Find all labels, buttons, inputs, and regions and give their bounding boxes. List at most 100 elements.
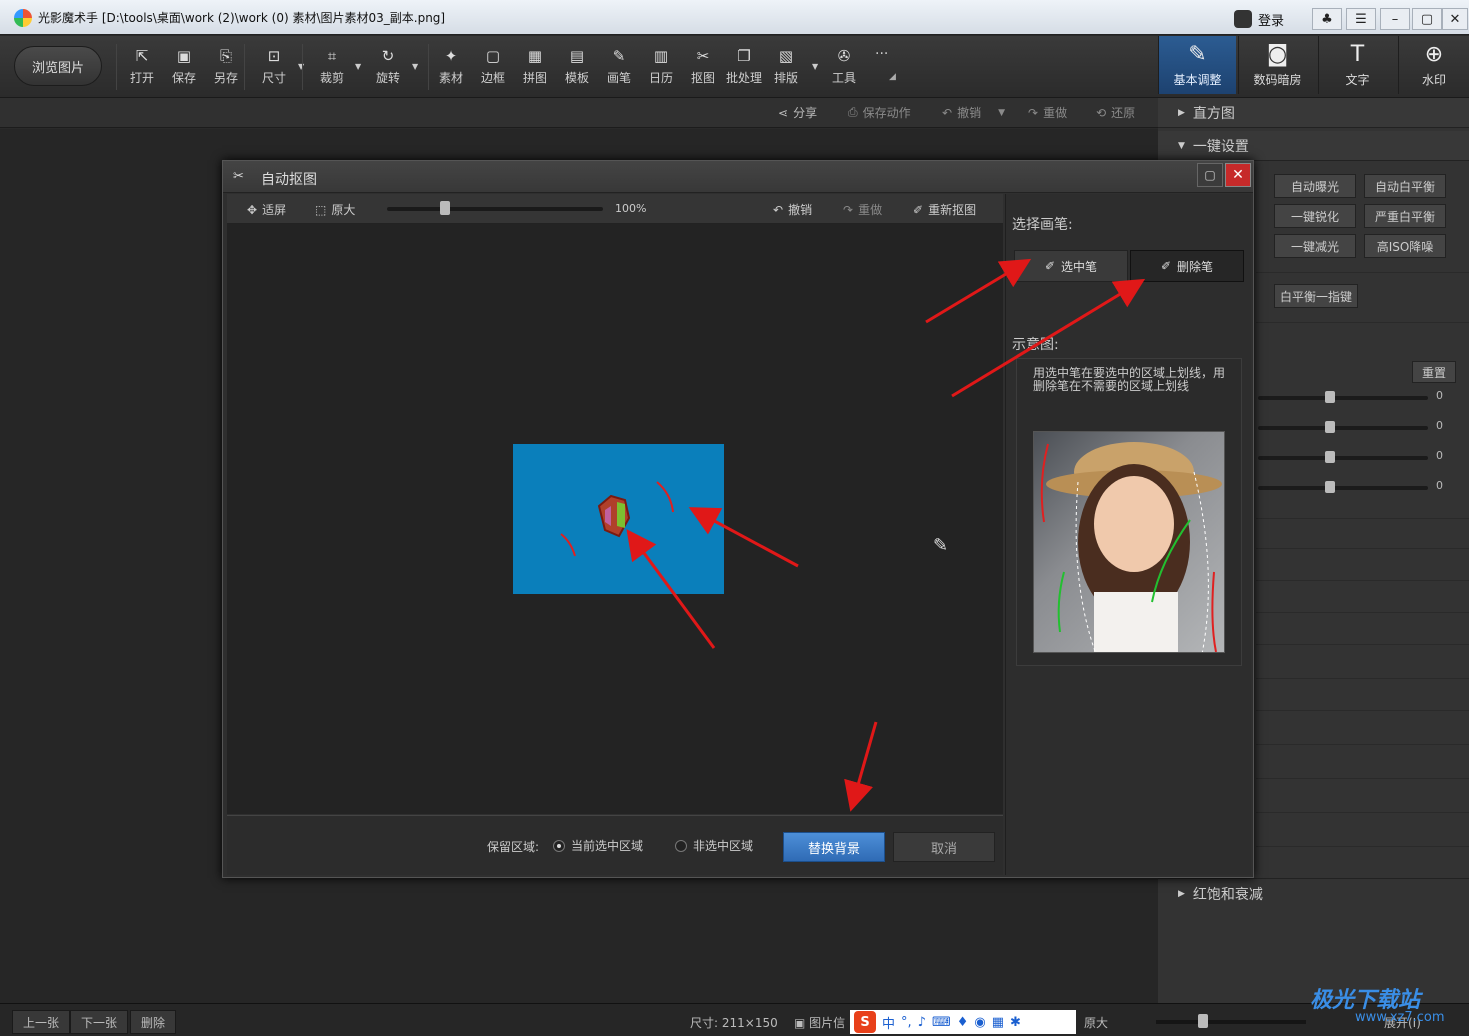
dropdown-arrow-icon[interactable]: ▼	[355, 62, 361, 71]
maximize-button[interactable]: ▢	[1412, 8, 1442, 30]
recut-button[interactable]: ✐ 重新抠图	[913, 201, 976, 218]
slider-knob[interactable]	[1325, 391, 1335, 403]
tool-border-button[interactable]: ▢ 边框	[473, 47, 513, 86]
minimize-button[interactable]: –	[1380, 8, 1410, 30]
next-image-button[interactable]: 下一张	[70, 1010, 129, 1034]
edited-image[interactable]	[513, 444, 724, 594]
status-bar: 上一张 下一张 删除 尺寸: 211×150 ▣ 图片信 原大 展开(I)	[0, 1003, 1469, 1036]
sharpen-button[interactable]: 一键锐化	[1274, 204, 1356, 228]
cancel-button[interactable]: 取消	[893, 832, 995, 862]
auto-exposure-button[interactable]: 自动曝光	[1274, 174, 1356, 198]
prev-image-button[interactable]: 上一张	[12, 1010, 71, 1034]
undo-dropdown-icon[interactable]: ▼	[998, 108, 1005, 118]
browse-images-button[interactable]: 浏览图片	[14, 46, 102, 86]
menu-button[interactable]: ☰	[1346, 8, 1376, 30]
settings-icon[interactable]: ✱	[1010, 1015, 1021, 1030]
red-saturation-section[interactable]: ▶ 红饱和衰减	[1158, 878, 1469, 908]
redo-button[interactable]: ↷ 重做	[1028, 104, 1067, 121]
tab-watermark[interactable]: ⊕ 水印	[1398, 36, 1469, 94]
tab-text[interactable]: T 文字	[1318, 36, 1396, 94]
select-pen-button[interactable]: ✐ 选中笔	[1014, 250, 1128, 282]
punctuation-icon[interactable]: °,	[901, 1015, 912, 1030]
zoom-slider-knob[interactable]	[440, 201, 450, 215]
skin-button[interactable]: ♣	[1312, 8, 1342, 30]
redo-icon: ↷	[1028, 105, 1039, 120]
delete-image-button[interactable]: 删除	[130, 1010, 177, 1034]
skin-icon[interactable]: ♦	[957, 1015, 969, 1030]
one-click-section[interactable]: ▼ 一键设置	[1158, 131, 1469, 161]
delete-pen-button[interactable]: ✐ 删除笔	[1130, 250, 1244, 282]
tool-label: 模板	[564, 71, 589, 85]
auto-wb-button[interactable]: 自动白平衡	[1364, 174, 1446, 198]
image-info-button[interactable]: ▣ 图片信	[794, 1014, 845, 1031]
adjust-slider[interactable]	[1258, 426, 1428, 430]
tool-collage-button[interactable]: ▦ 拼图	[515, 47, 555, 86]
restore-button[interactable]: ⟲ 还原	[1096, 104, 1135, 121]
ime-toolbar[interactable]: S 中 °, ♪ ⌨ ♦ ◉ ▦ ✱	[850, 1010, 1076, 1034]
save-as-icon: ⎘	[219, 47, 232, 65]
tool-batch-button[interactable]: ❐ 批处理	[724, 47, 764, 86]
tool-save-as-button[interactable]: ⎘ 另存	[206, 47, 246, 86]
adjust-slider[interactable]	[1258, 456, 1428, 460]
tool-material-button[interactable]: ✦ 素材	[431, 47, 471, 86]
iso-denoise-button[interactable]: 高ISO降噪	[1364, 234, 1446, 258]
non-selection-radio[interactable]: 非选中区域	[675, 837, 753, 854]
save-action-button[interactable]: ⎙ 保存动作	[848, 104, 911, 121]
tab-camera[interactable]: ◙ 数码暗房	[1238, 36, 1316, 94]
tool-brush-button[interactable]: ✎ 画笔	[599, 47, 639, 86]
undo-icon: ↶	[942, 105, 953, 120]
original-size-status[interactable]: 原大	[1084, 1014, 1108, 1031]
dialog-close-button[interactable]: ✕	[1225, 163, 1251, 187]
tool-cutout-button[interactable]: ✂ 抠图	[683, 47, 723, 86]
tool-calendar-button[interactable]: ▥ 日历	[641, 47, 681, 86]
tab-basic-adjust[interactable]: ✎ 基本调整	[1158, 36, 1236, 94]
tool-wrench-button[interactable]: ✇ 工具	[824, 47, 864, 86]
tool-open-button[interactable]: ⇱ 打开	[122, 47, 162, 86]
dialog-redo-button[interactable]: ↷ 重做	[843, 201, 882, 218]
tool-resize-button[interactable]: ⊡ 尺寸	[254, 47, 294, 86]
reduce-light-button[interactable]: 一键减光	[1274, 234, 1356, 258]
tool-rotate-button[interactable]: ↻ 旋转	[368, 47, 408, 86]
cutout-canvas[interactable]: ✎	[227, 224, 1003, 814]
wb-picker-button[interactable]: 白平衡一指键	[1274, 284, 1358, 308]
keyboard-icon[interactable]: ⌨	[932, 1015, 951, 1030]
zoom-status-knob[interactable]	[1198, 1014, 1208, 1028]
share-button[interactable]: ⋖ 分享	[778, 104, 817, 121]
adjust-slider[interactable]	[1258, 486, 1428, 490]
tool-template-button[interactable]: ▤ 模板	[557, 47, 597, 86]
calendar-icon: ▥	[653, 47, 669, 65]
fit-screen-button[interactable]: ✥ 适屏	[247, 201, 286, 218]
histogram-section[interactable]: ▶ 直方图	[1158, 98, 1469, 128]
undo-button[interactable]: ↶ 撤销 ▼	[942, 104, 1005, 121]
original-size-button[interactable]: ⬚ 原大	[315, 201, 355, 218]
login-button[interactable]: 登录	[1234, 8, 1284, 30]
game-icon[interactable]: ◉	[974, 1015, 985, 1030]
zoom-slider[interactable]	[387, 207, 603, 211]
microphone-icon[interactable]: ♪	[918, 1015, 926, 1030]
dropdown-arrow-icon[interactable]: ▼	[412, 62, 418, 71]
dialog-undo-button[interactable]: ↶ 撤销	[773, 201, 812, 218]
more-tools-button[interactable]: ···	[875, 46, 888, 62]
tool-save-button[interactable]: ▣ 保存	[164, 47, 204, 86]
slider-knob[interactable]	[1325, 451, 1335, 463]
ime-mode-label[interactable]: 中	[882, 1013, 895, 1032]
adjust-slider[interactable]	[1258, 396, 1428, 400]
slider-knob[interactable]	[1325, 421, 1335, 433]
strict-wb-button[interactable]: 严重白平衡	[1364, 204, 1446, 228]
replace-background-button[interactable]: 替换背景	[783, 832, 885, 862]
dialog-redo-label: 重做	[858, 203, 883, 217]
grid-icon[interactable]: ▦	[992, 1015, 1004, 1030]
tool-crop-button[interactable]: ⌗ 裁剪	[312, 47, 352, 86]
close-button[interactable]: ✕	[1442, 8, 1468, 30]
tool-label: 抠图	[690, 71, 715, 85]
dropdown-arrow-icon[interactable]: ▼	[812, 62, 818, 71]
dialog-title-bar[interactable]: ✂ 自动抠图 ▢ ✕	[223, 161, 1253, 193]
crop-icon: ⌗	[327, 47, 337, 65]
reset-button[interactable]: 重置	[1412, 361, 1456, 383]
current-selection-radio[interactable]: 当前选中区域	[553, 837, 643, 854]
tool-layout-button[interactable]: ▧ 排版	[766, 47, 806, 86]
dialog-maximize-button[interactable]: ▢	[1197, 163, 1223, 187]
expand-triangle-icon[interactable]: ◢	[889, 72, 896, 82]
slider-knob[interactable]	[1325, 481, 1335, 493]
zoom-status-slider[interactable]	[1156, 1020, 1306, 1024]
